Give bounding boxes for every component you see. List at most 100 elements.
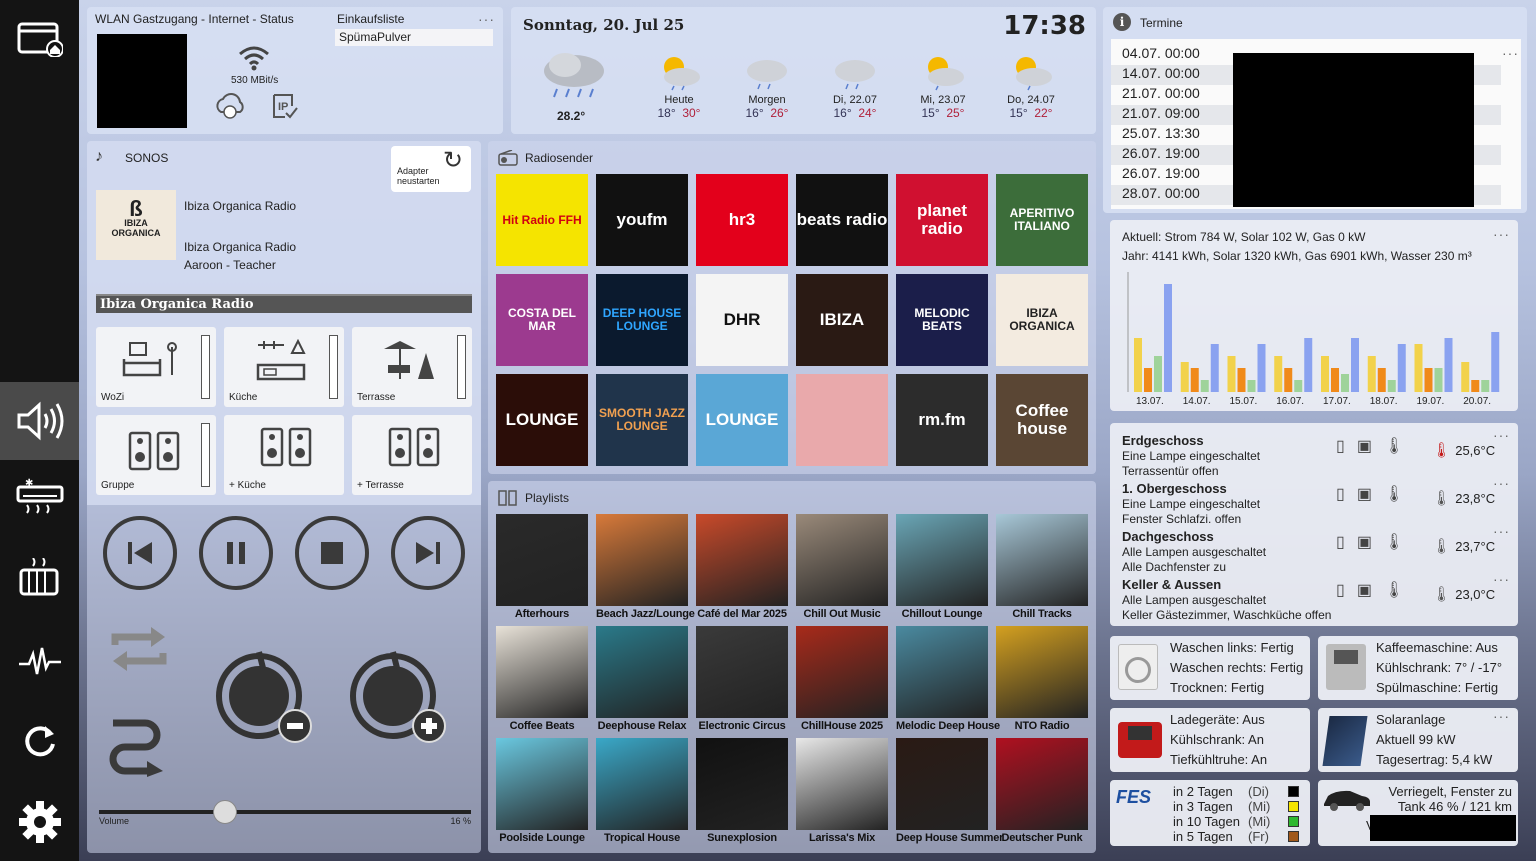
playlist-tile[interactable]: Tropical House <box>596 738 688 846</box>
charger-card[interactable]: Ladegeräte: Aus Kühlschrank: An Tiefkühl… <box>1110 708 1310 772</box>
playlist-tile[interactable]: NTO Radio <box>996 626 1088 734</box>
more-menu-icon[interactable]: ··· <box>478 11 495 27</box>
room-add-terrasse[interactable]: + Terrasse <box>352 415 472 495</box>
floor-status[interactable]: Dachgeschoss Alle Lampen ausgeschaltet All… <box>1122 529 1266 575</box>
room-terrasse[interactable]: Terrasse <box>352 327 472 407</box>
thermostat-icon[interactable]: 🌡 <box>1384 532 1404 552</box>
previous-button[interactable] <box>103 516 177 590</box>
volume-slider-handle[interactable] <box>212 800 237 824</box>
door-icon[interactable]: ▯ <box>1336 532 1345 552</box>
playlist-tile[interactable]: Sunexplosion <box>696 738 788 846</box>
playlist-tile[interactable]: Electronic Circus <box>696 626 788 734</box>
floor-status[interactable]: Keller & Aussen Alle Lampen ausgeschaltet… <box>1122 577 1331 623</box>
more-menu-icon[interactable]: ··· <box>1493 706 1510 726</box>
gear-icon[interactable] <box>0 783 79 861</box>
playlist-tile[interactable]: Deep House Summer <box>896 738 1003 846</box>
volume-bar[interactable] <box>201 335 210 399</box>
car-card[interactable]: Verriegelt, Fenster zu Tank 46 % / 121 k… <box>1318 780 1518 846</box>
radio-station-tile[interactable]: APERITIVO ITALIANO <box>996 174 1088 266</box>
playlist-tile[interactable]: Café del Mar 2025 <box>696 514 788 622</box>
radio-station-tile[interactable]: planet radio <box>896 174 988 266</box>
radio-station-tile[interactable]: Hit Radio FFH <box>496 174 588 266</box>
air-conditioner-icon[interactable]: ✱ <box>0 458 79 536</box>
window-icon[interactable]: ▣ <box>1357 532 1372 552</box>
room-gruppe[interactable]: Gruppe <box>96 415 216 495</box>
playlist-tile[interactable]: Chillout Lounge <box>896 514 988 622</box>
radio-station-tile[interactable]: IBIZA <box>796 274 888 366</box>
radio-station-tile[interactable]: Coffee house <box>996 374 1088 466</box>
room-kueche[interactable]: Küche <box>224 327 344 407</box>
pause-button[interactable] <box>199 516 273 590</box>
radio-station-tile[interactable]: youfm <box>596 174 688 266</box>
refresh-icon[interactable] <box>0 702 79 780</box>
radio-station-tile[interactable]: IBIZA ORGANICA <box>996 274 1088 366</box>
radio-station-tile[interactable]: DEEP HOUSE LOUNGE <box>596 274 688 366</box>
speaker-icon[interactable] <box>0 382 79 460</box>
thermostat-icon[interactable]: 🌡 <box>1384 436 1404 456</box>
playlist-tile[interactable]: Melodic Deep House <box>896 626 1000 734</box>
radio-station-tile[interactable]: DHR <box>696 274 788 366</box>
playlist-tile[interactable]: Chill Tracks <box>996 514 1088 622</box>
floor-status[interactable]: 1. Obergeschoss Eine Lampe eingeschaltet F… <box>1122 481 1260 527</box>
window-icon[interactable]: ▣ <box>1357 484 1372 504</box>
playlist-tile[interactable]: Poolside Lounge <box>496 738 588 846</box>
more-menu-icon[interactable]: ··· <box>1493 523 1510 539</box>
floor-windows: Keller Gästezimmer, Waschküche offen <box>1122 608 1332 622</box>
home-window-icon[interactable] <box>0 0 79 78</box>
playlist-tile[interactable]: Coffee Beats <box>496 626 588 734</box>
waste-card[interactable]: FES in 2 Tagen (Di) in 3 Tagen (Mi) in 10 Ta… <box>1110 780 1310 846</box>
playlist-tile[interactable]: Afterhours <box>496 514 588 622</box>
radio-station-tile[interactable]: COSTA DEL MAR <box>496 274 588 366</box>
radio-station-tile[interactable]: beats radio <box>796 174 888 266</box>
thermostat-icon[interactable]: 🌡 <box>1384 484 1404 504</box>
radio-station-tile[interactable]: hr3 <box>696 174 788 266</box>
radio-station-tile[interactable]: rm.fm <box>896 374 988 466</box>
volume-down-knob[interactable] <box>211 646 319 749</box>
kitchen-card[interactable]: Kaffeemaschine: Aus Kühlschrank: 7° / -1… <box>1318 636 1518 700</box>
more-menu-icon[interactable]: ··· <box>1502 45 1519 61</box>
playlists-card: Playlists Afterhours Beach Jazz/Lounge Caf… <box>488 481 1096 853</box>
radio-station-tile[interactable]: LOUNGE <box>696 374 788 466</box>
playlist-tile[interactable]: Deutscher Punk <box>996 738 1088 846</box>
window-icon[interactable]: ▣ <box>1357 580 1372 600</box>
door-icon[interactable]: ▯ <box>1336 484 1345 504</box>
volume-bar[interactable] <box>201 423 210 487</box>
more-menu-icon[interactable]: ··· <box>1493 571 1510 587</box>
radio-station-tile[interactable]: SMOOTH JAZZ LOUNGE <box>596 374 688 466</box>
volume-bar[interactable] <box>329 335 338 399</box>
playlist-label: Coffee Beats <box>509 720 575 732</box>
shopping-list-item[interactable]: SpümaPulver <box>335 29 493 46</box>
volume-up-knob[interactable] <box>345 646 453 749</box>
window-icon[interactable]: ▣ <box>1357 436 1372 456</box>
pulse-icon[interactable] <box>0 622 79 700</box>
terrace-icon <box>384 341 434 379</box>
adapter-restart-button[interactable]: Adapter neustarten ↻ <box>391 146 471 192</box>
room-add-kueche[interactable]: + Küche <box>224 415 344 495</box>
volume-bar[interactable] <box>457 335 466 399</box>
radio-station-tile[interactable] <box>796 374 888 466</box>
door-icon[interactable]: ▯ <box>1336 436 1345 456</box>
washer-card[interactable]: Waschen links: Fertig Waschen rechts: Fe… <box>1110 636 1310 700</box>
more-menu-icon[interactable]: ··· <box>1493 475 1510 491</box>
radio-station-tile[interactable]: MELODIC BEATS <box>896 274 988 366</box>
more-menu-icon[interactable]: ··· <box>1493 226 1510 242</box>
playlist-tile[interactable]: Beach Jazz/Lounge <box>596 514 695 622</box>
repeat-icon[interactable] <box>107 621 171 680</box>
next-button[interactable] <box>391 516 465 590</box>
playlist-tile[interactable]: Chill Out Music <box>796 514 888 622</box>
thermostat-icon[interactable]: 🌡 <box>1384 580 1404 600</box>
room-wozi[interactable]: WoZi <box>96 327 216 407</box>
shuffle-icon[interactable] <box>107 713 171 780</box>
playlist-tile[interactable]: Deephouse Relax <box>596 626 688 734</box>
more-menu-icon[interactable]: ··· <box>1493 427 1510 443</box>
playlist-tile[interactable]: ChillHouse 2025 <box>796 626 888 734</box>
playlist-tile[interactable]: Larissa's Mix <box>796 738 888 846</box>
radio-station-tile[interactable]: LOUNGE <box>496 374 588 466</box>
playlist-label: Deephouse Relax <box>597 720 687 732</box>
door-icon[interactable]: ▯ <box>1336 580 1345 600</box>
heater-icon[interactable] <box>0 540 79 618</box>
solar-card[interactable]: Solaranlage Aktuell 99 kW Tagesertrag: 5… <box>1318 708 1518 772</box>
stop-button[interactable] <box>295 516 369 590</box>
volume-slider[interactable] <box>99 800 471 824</box>
floor-status[interactable]: Erdgeschoss Eine Lampe eingeschaltet Terra… <box>1122 433 1260 479</box>
